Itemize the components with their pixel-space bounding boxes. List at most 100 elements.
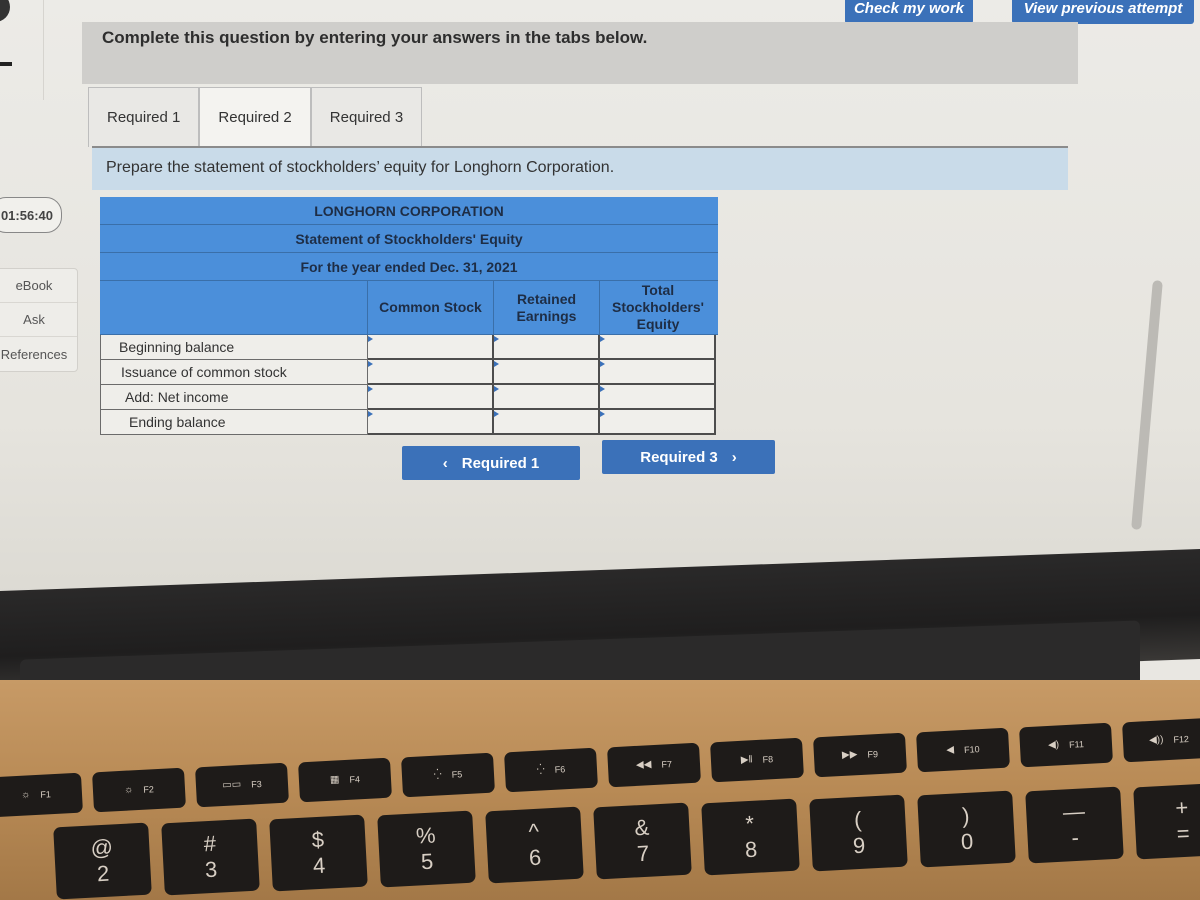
- row-label: Beginning balance: [100, 335, 368, 360]
- function-key-label: F8: [762, 754, 774, 765]
- side-menu: eBook Ask References: [0, 268, 78, 372]
- beginning-total-input[interactable]: [600, 335, 714, 358]
- net-income-common-stock-input[interactable]: [368, 385, 492, 408]
- function-key: ◀)) F12: [1122, 717, 1200, 763]
- input-cell[interactable]: [368, 410, 494, 435]
- side-item-ask[interactable]: Ask: [0, 303, 77, 337]
- function-key-label: F1: [40, 789, 52, 800]
- table-row: Add: Net income: [100, 385, 718, 410]
- function-key-label: F11: [1068, 739, 1085, 750]
- tab-bar: Required 1 Required 2 Required 3: [88, 87, 423, 147]
- key-shift-label: @: [89, 834, 114, 861]
- function-key-label: F2: [143, 784, 155, 795]
- column-header-retained-earnings: Retained Earnings: [494, 281, 600, 334]
- issuance-retained-earnings-input[interactable]: [494, 360, 598, 383]
- statement-period: For the year ended Dec. 31, 2021: [100, 253, 718, 281]
- function-key-icon: ◀): [1047, 739, 1060, 751]
- function-key: ⁛ F6: [504, 747, 598, 793]
- row-label: Ending balance: [100, 410, 368, 435]
- key-shift-label: *: [744, 810, 755, 837]
- row-label: Add: Net income: [100, 385, 368, 410]
- key-shift-label: (: [853, 806, 863, 833]
- input-cell[interactable]: [368, 335, 494, 360]
- input-cell[interactable]: [368, 385, 494, 410]
- table-row: Issuance of common stock: [100, 360, 718, 385]
- number-key: + =: [1133, 782, 1200, 860]
- input-cell[interactable]: [600, 385, 716, 410]
- key-shift-label: #: [203, 830, 217, 857]
- key-shift-label: &: [633, 814, 650, 841]
- check-my-work-button[interactable]: Check my work: [845, 0, 973, 24]
- column-header-text: Earnings: [516, 307, 577, 324]
- column-header-text: Stockholders': [611, 299, 705, 315]
- column-header-common-stock: Common Stock: [368, 281, 494, 334]
- function-key-label: F7: [661, 759, 673, 770]
- function-key: ◀◀ F7: [607, 742, 701, 788]
- header-blank-cell: [100, 281, 368, 334]
- ending-total-input[interactable]: [600, 410, 714, 433]
- view-previous-attempt-button[interactable]: View previous attempt: [1012, 0, 1194, 24]
- key-label: 9: [852, 832, 866, 859]
- number-key: #3: [161, 818, 260, 896]
- number-key: & 7: [593, 802, 692, 880]
- function-key-label: F10: [963, 744, 980, 755]
- key-label: 7: [636, 840, 650, 867]
- input-cell[interactable]: [600, 410, 716, 435]
- key-shift-label: %: [415, 822, 437, 849]
- issuance-total-input[interactable]: [600, 360, 714, 383]
- key-shift-label: ^: [527, 818, 540, 845]
- input-cell[interactable]: [494, 335, 600, 360]
- number-key: * 8: [701, 798, 800, 876]
- net-income-total-input[interactable]: [600, 385, 714, 408]
- scrollbar[interactable]: [1131, 280, 1163, 530]
- ending-retained-earnings-input[interactable]: [494, 410, 598, 433]
- function-key: ▶▶ F9: [813, 732, 907, 778]
- previous-required-button[interactable]: ‹ Required 1: [402, 446, 580, 480]
- number-key: ^ 6: [485, 806, 584, 884]
- key-label: 8: [744, 836, 758, 863]
- function-key: ▭▭ F3: [195, 762, 289, 808]
- function-key-label: F12: [1173, 733, 1190, 745]
- column-header-text: Retained: [516, 290, 577, 307]
- input-cell[interactable]: [494, 360, 600, 385]
- beginning-retained-earnings-input[interactable]: [494, 335, 598, 358]
- key-label: 6: [528, 844, 542, 871]
- function-key-icon: ◀◀: [635, 759, 652, 771]
- function-key-label: F5: [451, 769, 463, 780]
- ending-common-stock-input[interactable]: [368, 410, 492, 433]
- number-key: — -: [1025, 786, 1124, 864]
- column-header-text: Common Stock: [379, 299, 482, 315]
- input-cell[interactable]: [600, 360, 716, 385]
- function-key: ☼ F2: [92, 767, 186, 813]
- function-key-icon: ◀: [946, 744, 955, 756]
- column-header-text: Total: [641, 282, 675, 298]
- stockholders-equity-statement: LONGHORN CORPORATION Statement of Stockh…: [100, 197, 718, 435]
- function-key-icon: ◀)): [1148, 734, 1164, 747]
- side-item-references[interactable]: References: [0, 337, 77, 371]
- function-key: ◀) F11: [1019, 722, 1113, 768]
- chevron-right-icon: ›: [731, 448, 737, 466]
- input-cell[interactable]: [494, 385, 600, 410]
- key-label: 0: [960, 828, 974, 855]
- function-key-icon: ▭▭: [221, 779, 242, 792]
- beginning-common-stock-input[interactable]: [368, 335, 492, 358]
- input-cell[interactable]: [600, 335, 716, 360]
- chevron-left-icon: ‹: [442, 454, 448, 472]
- tab-required-2[interactable]: Required 2: [199, 87, 311, 147]
- issuance-common-stock-input[interactable]: [368, 360, 492, 383]
- side-item-ebook[interactable]: eBook: [0, 269, 77, 303]
- left-strip: [0, 0, 44, 100]
- question-prompt: Prepare the statement of stockholders’ e…: [92, 148, 1068, 190]
- instruction-banner: Complete this question by entering your …: [82, 22, 1078, 84]
- screen: Check my work View previous attempt Comp…: [0, 0, 1200, 600]
- function-key-icon: ☼: [123, 784, 134, 796]
- net-income-retained-earnings-input[interactable]: [494, 385, 598, 408]
- previous-required-label: Required 1: [461, 454, 540, 472]
- next-required-button[interactable]: Required 3 ›: [602, 440, 775, 474]
- tab-required-1[interactable]: Required 1: [88, 87, 200, 147]
- function-key-label: F9: [867, 749, 879, 760]
- tab-required-3[interactable]: Required 3: [310, 87, 423, 147]
- input-cell[interactable]: [368, 360, 494, 385]
- input-cell[interactable]: [494, 410, 600, 435]
- timer: 01:56:40: [0, 197, 62, 233]
